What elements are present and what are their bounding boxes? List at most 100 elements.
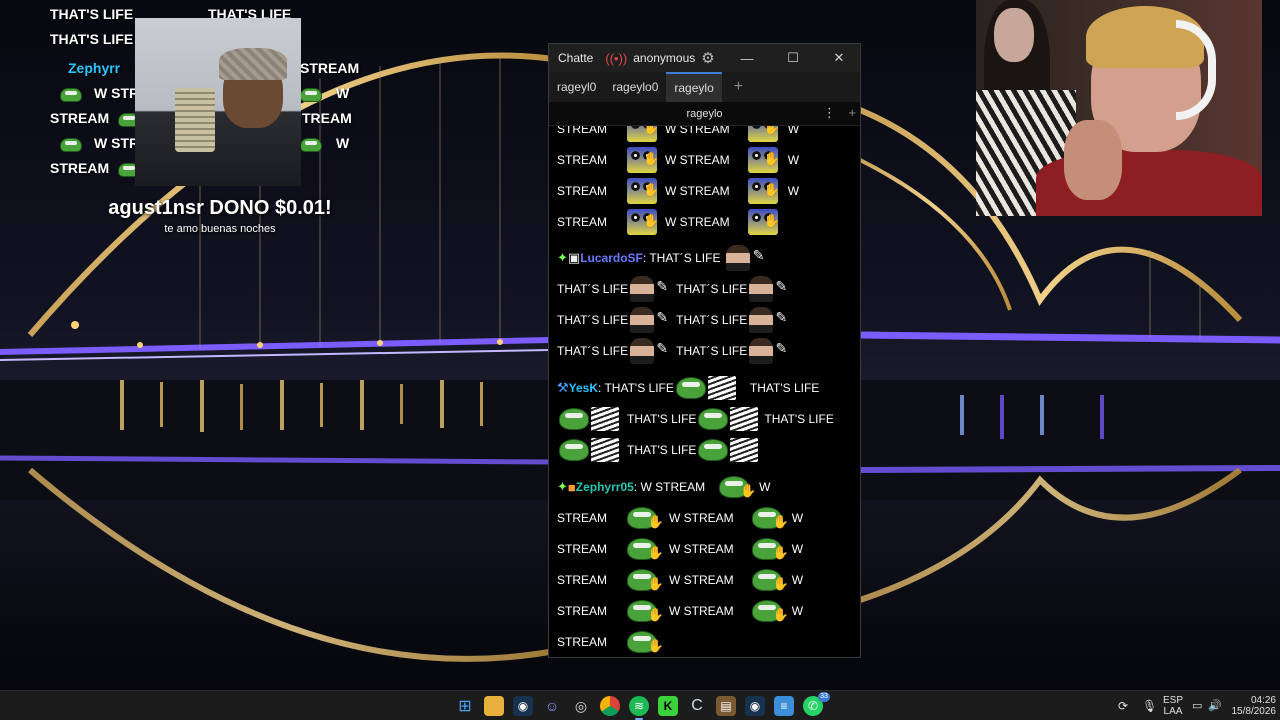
tab-rageylo[interactable]: rageylo xyxy=(666,72,722,102)
webcam-feed xyxy=(976,0,1262,216)
minecraft-icon[interactable]: ▤ xyxy=(716,696,736,716)
split-add-icon[interactable]: + xyxy=(848,105,856,120)
pepe-emote-icon xyxy=(698,408,729,430)
steam-icon-2[interactable]: ◉ xyxy=(745,696,765,716)
split-menu-icon[interactable]: ⋮ xyxy=(823,105,836,121)
broadcast-icon: ((•)) xyxy=(605,50,628,66)
message-text: W xyxy=(791,542,804,556)
pepe-emote-icon xyxy=(627,631,664,654)
message-text: STREAM xyxy=(557,153,608,167)
tab-rageylo0[interactable]: rageylo0 xyxy=(604,72,666,102)
overlay-line: TREAM xyxy=(302,110,352,126)
chat-messages[interactable]: STREAM W STREAM W STREAM W STREAM W STREAM W … xyxy=(549,126,860,657)
message-text: W STREAM xyxy=(665,215,730,229)
windows-start-icon[interactable]: ⊞ xyxy=(455,696,475,716)
network-warning-icon[interactable]: ⟳ xyxy=(1118,699,1128,713)
taskbar: ⊞ ◉ ☺ ◎ ≋ K C ▤ ◉ ≡ ✆ ⟳ 🎙 ESP LAA ▭ 🔊 04… xyxy=(0,690,1280,720)
tab-rageyl0[interactable]: rageyl0 xyxy=(549,72,604,102)
paper-emote-icon xyxy=(591,438,619,462)
message-text: W xyxy=(759,480,771,494)
chat-window[interactable]: Chatte ((•)) anonymous ⚙ — ☐ ✕ rageyl0 r… xyxy=(548,43,861,658)
donation-image xyxy=(135,18,301,186)
emote-icon xyxy=(627,178,658,204)
clock[interactable]: 04:26 15/8/2026 xyxy=(1224,695,1277,717)
pepe-emote-icon xyxy=(60,138,82,152)
message-text: W xyxy=(791,604,804,618)
message-text: STREAM xyxy=(557,573,608,587)
steam-icon[interactable]: ◉ xyxy=(513,696,533,716)
gear-icon[interactable]: ⚙ xyxy=(701,49,714,67)
sinatra-emote-icon xyxy=(630,307,668,333)
pepe-emote-icon xyxy=(675,377,706,399)
overlay-username: Zephyrr xyxy=(68,60,121,76)
sinatra-emote-icon xyxy=(630,276,668,302)
microphone-icon[interactable]: 🎙 xyxy=(1142,699,1157,713)
spotify-icon[interactable]: ≋ xyxy=(629,696,649,720)
message-text: W xyxy=(791,511,804,525)
overlay-line: THAT'S LIFE xyxy=(50,6,134,22)
headphones-icon xyxy=(1176,20,1216,120)
pepe-emote-icon xyxy=(60,88,82,102)
overlay-line: W xyxy=(336,85,350,101)
pepe-emote-icon xyxy=(751,569,789,592)
overlay-line: THAT'S LIFE xyxy=(50,31,134,47)
kick-icon[interactable]: K xyxy=(658,696,678,716)
pepe-emote-icon xyxy=(300,138,322,152)
streamer-hand xyxy=(1064,120,1122,200)
overlay-line: W STR xyxy=(94,135,140,151)
overlay-line: STREAM xyxy=(50,160,110,176)
person-face xyxy=(994,8,1034,62)
display-icon[interactable]: ▭ xyxy=(1192,699,1202,712)
keyboard-layout: LAA xyxy=(1163,706,1183,717)
message-text: THAT´S LIFE xyxy=(557,313,629,327)
message-text: STREAM xyxy=(557,511,608,525)
title-bar[interactable]: Chatte ((•)) anonymous ⚙ — ☐ ✕ xyxy=(549,44,860,72)
pepe-emote-icon xyxy=(751,600,789,623)
volume-icon[interactable]: 🔊 xyxy=(1208,699,1222,712)
message-text: W STREAM xyxy=(669,573,734,587)
overlay-line: STREAM xyxy=(300,60,360,76)
sinatra-emote-icon xyxy=(749,307,787,333)
clock-date: 15/8/2026 xyxy=(1231,706,1277,717)
add-tab-button[interactable]: + xyxy=(722,72,755,102)
message-text: STREAM xyxy=(557,542,608,556)
account-switcher[interactable]: anonymous xyxy=(633,51,695,65)
obs-icon[interactable]: ◎ xyxy=(571,696,591,716)
language-indicator[interactable]: ESP LAA xyxy=(1160,695,1186,717)
message-text: THAT´S LIFE xyxy=(676,313,748,327)
chat-username[interactable]: YesK xyxy=(569,381,598,395)
overlay-line: W xyxy=(336,135,350,151)
message-text: THAT'S LIFE xyxy=(749,381,820,395)
pepe-emote-icon xyxy=(751,538,789,561)
pepe-emote-icon xyxy=(751,507,789,530)
pepe-emote-icon xyxy=(627,569,664,592)
hammer-badge-icon: ⚒ xyxy=(557,380,569,395)
close-button[interactable]: ✕ xyxy=(817,44,860,72)
message-text: W STREAM xyxy=(665,153,730,167)
file-explorer-icon[interactable] xyxy=(484,696,504,716)
sinatra-emote-icon xyxy=(749,276,787,302)
chat-username[interactable]: LucardoSF xyxy=(580,251,643,265)
ccleaner-icon[interactable]: C xyxy=(687,696,707,716)
paper-emote-icon xyxy=(730,438,759,462)
paper-emote-icon xyxy=(730,407,759,431)
message-text: STREAM xyxy=(557,126,608,136)
sinatra-emote-icon xyxy=(749,338,787,364)
language-code: ESP xyxy=(1162,695,1183,706)
minimize-button[interactable]: — xyxy=(725,44,769,72)
donation-message: te amo buenas noches xyxy=(164,223,276,235)
clock-time: 04:26 xyxy=(1250,695,1276,706)
maximize-button[interactable]: ☐ xyxy=(771,44,815,72)
chat-username[interactable]: Zephyrr05 xyxy=(576,480,634,494)
message-text: W STREAM xyxy=(665,126,730,136)
chrome-icon[interactable] xyxy=(600,696,620,716)
message-text: : W STREAM xyxy=(633,480,706,494)
discord-icon[interactable]: ☺ xyxy=(542,696,562,716)
message-text: STREAM xyxy=(557,604,608,618)
message-text: THAT´S LIFE xyxy=(676,282,748,296)
message-text: THAT'S LIFE xyxy=(627,443,697,457)
notepad-icon[interactable]: ≡ xyxy=(774,696,794,716)
message-text: W STREAM xyxy=(669,511,734,525)
cat-badge-icon: ▣ xyxy=(567,250,581,265)
message-text: W xyxy=(787,126,800,136)
